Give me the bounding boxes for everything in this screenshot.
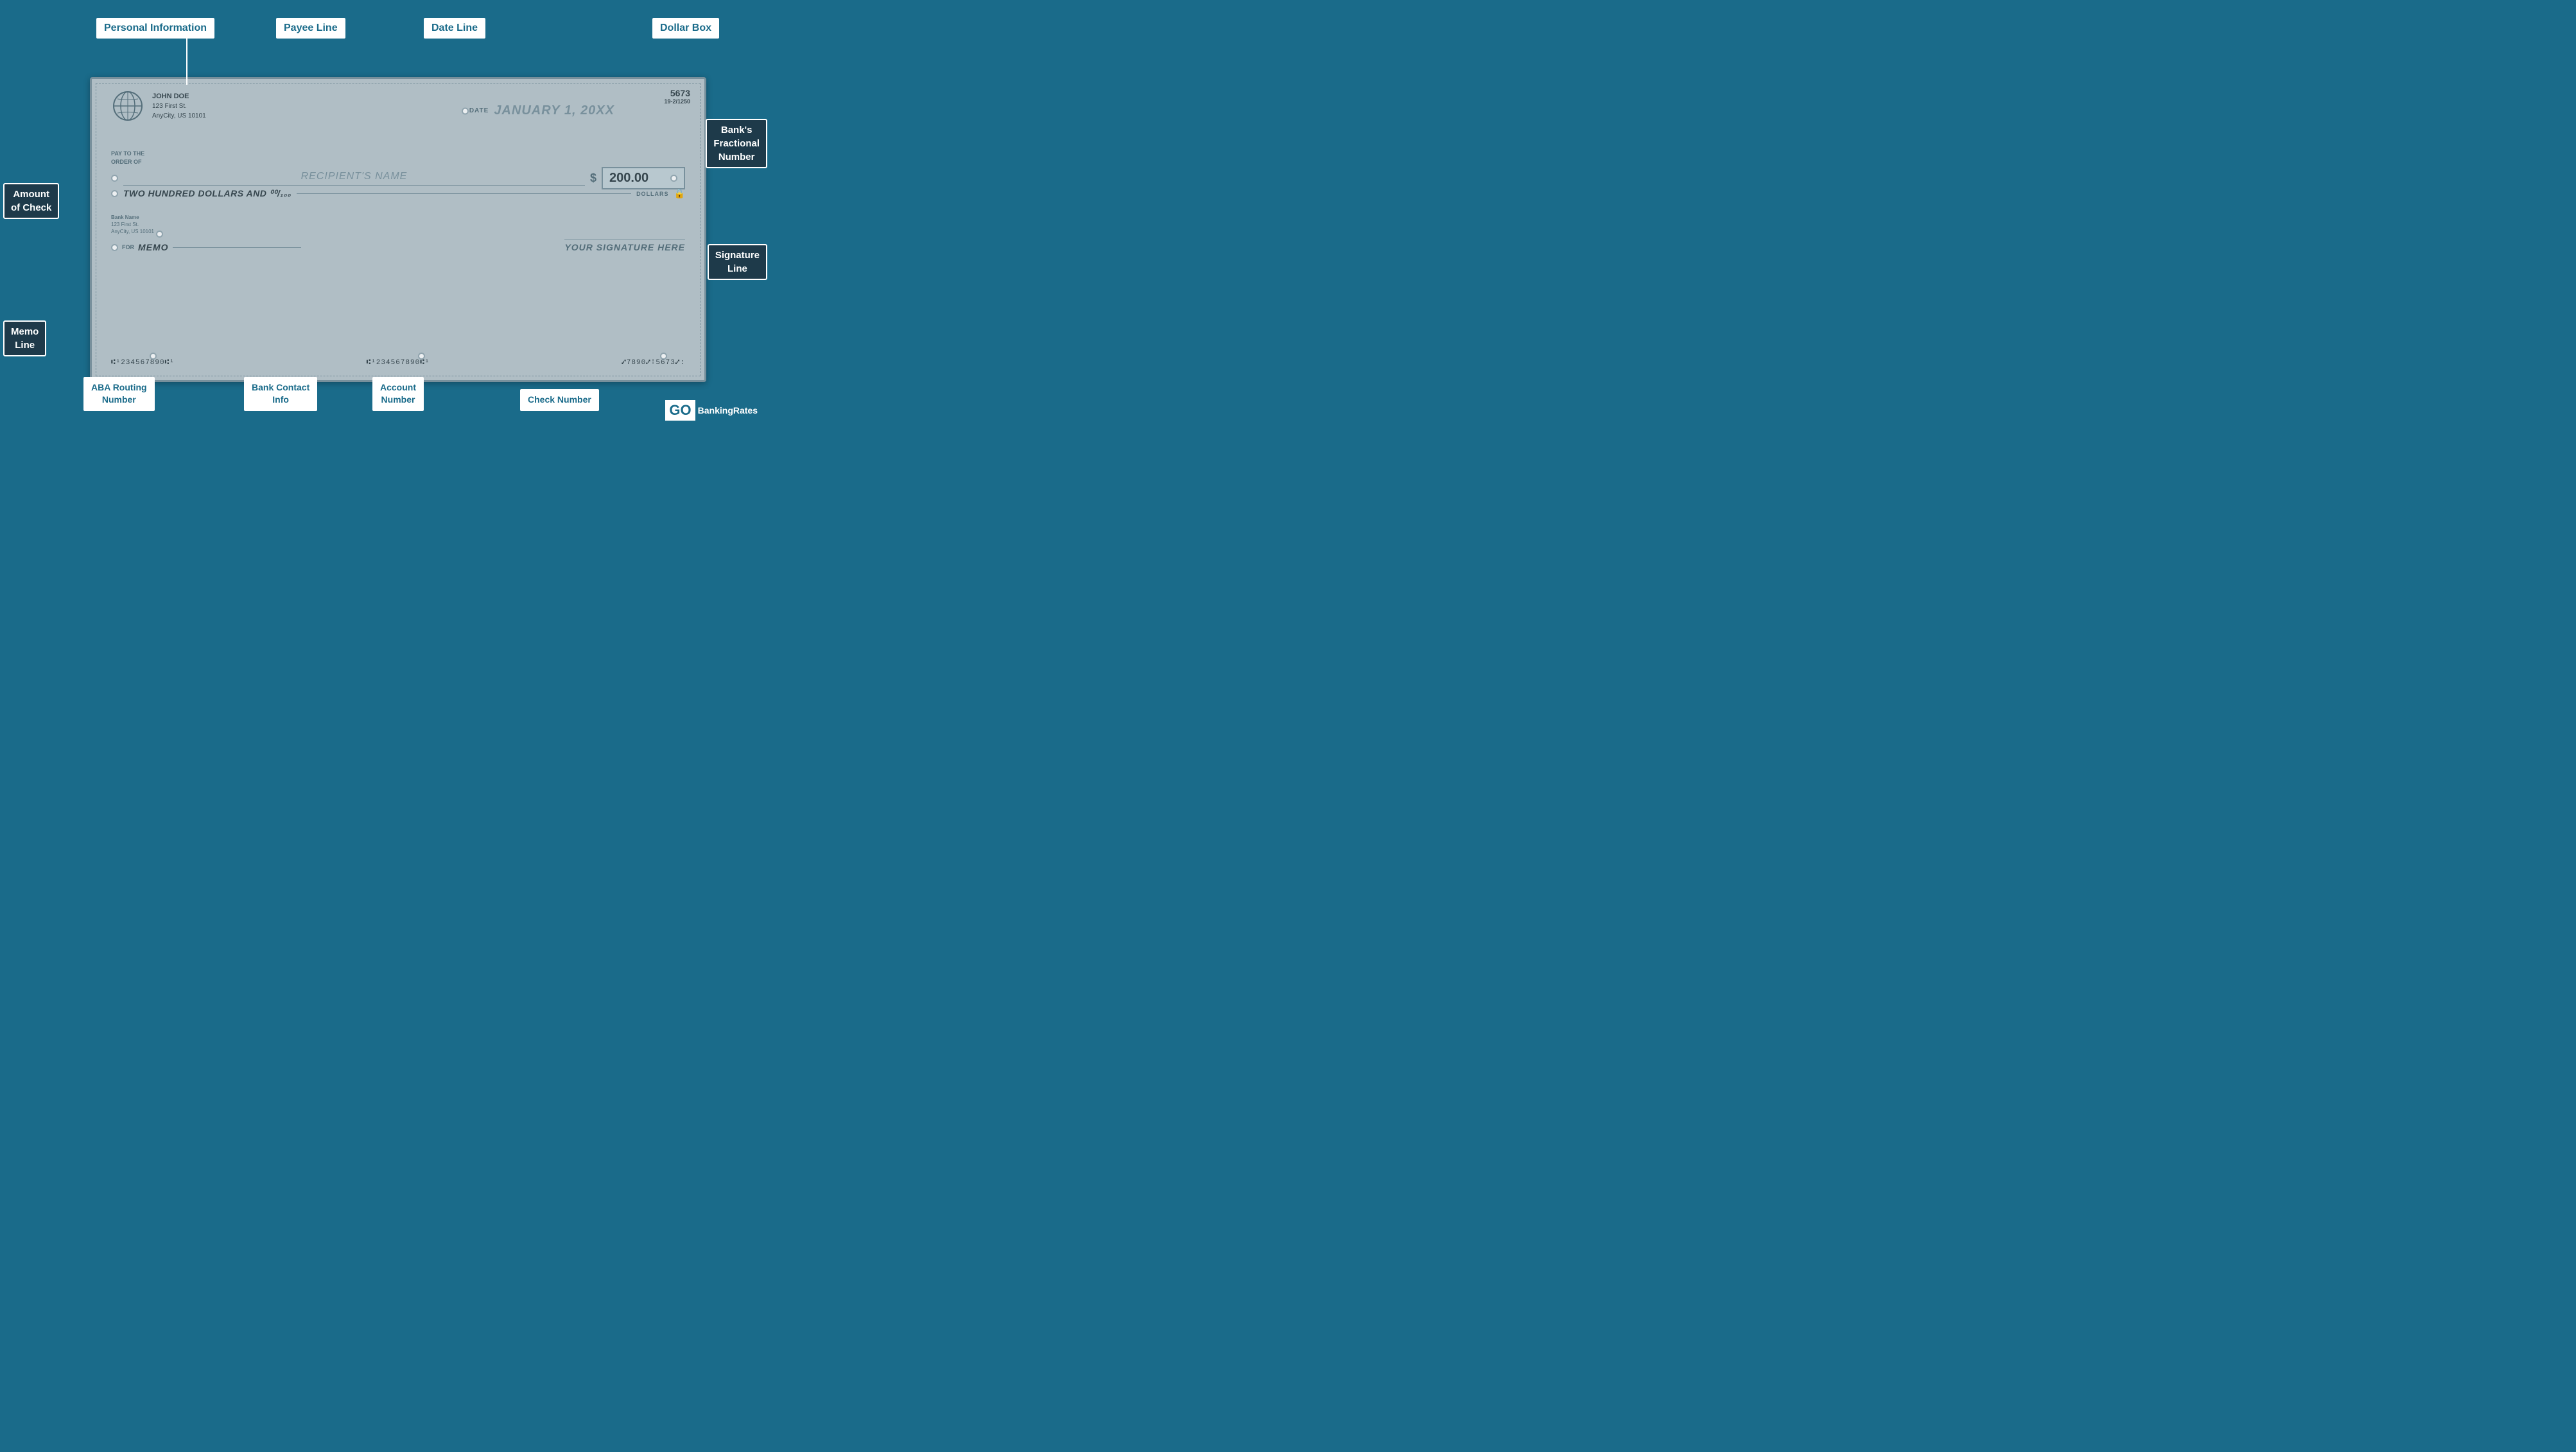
bank-info-area: Bank Name 123 First St. AnyCity, US 1010…: [111, 214, 154, 243]
micr-check: ⑇7890⑇⁞5673⑇:: [622, 359, 685, 367]
personal-information-text: Personal Information: [104, 22, 207, 33]
dollars-label: DOLLARS: [636, 191, 669, 197]
date-value: JANUARY 1, 20XX: [494, 103, 614, 118]
owner-name: JOHN DOE: [152, 91, 206, 102]
check-number-display: 5673 19-2/1250: [664, 88, 690, 105]
micr-line: ⑆¹234567890⑆¹ ⑆¹234567890⑆¹ ⑇7890⑇⁞5673⑇…: [111, 356, 685, 367]
bank-city-area: AnyCity, US 10101: [111, 228, 154, 235]
globe-icon: [111, 89, 144, 123]
amount-of-check-text: Amountof Check: [11, 188, 51, 214]
banks-fractional-label: Bank'sFractionalNumber: [706, 119, 767, 168]
amount-of-check-label: Amountof Check: [3, 183, 59, 219]
date-area: DATE JANUARY 1, 20XX: [469, 103, 614, 118]
owner-address1: 123 First St.: [152, 101, 206, 111]
recipient-name: RECIPIENT'S NAME: [123, 171, 585, 186]
personal-information-label: Personal Information: [96, 18, 214, 39]
account-number-label: AccountNumber: [372, 377, 424, 411]
signature-text: YOUR SIGNATURE HERE: [564, 240, 685, 252]
logo-go-text: GO: [665, 400, 695, 421]
dollar-box-label: Dollar Box: [652, 18, 719, 39]
personal-info-area: JOHN DOE 123 First St. AnyCity, US 10101: [111, 89, 206, 123]
written-amount-text: TWO HUNDRED DOLLARS AND ⁰⁰/₁₀₀: [123, 188, 292, 199]
written-amount-area: TWO HUNDRED DOLLARS AND ⁰⁰/₁₀₀ DOLLARS 🔒: [111, 188, 685, 199]
payto-label: PAY TO THEORDER OF: [111, 150, 685, 166]
check-wrapper: 5673 19-2/1250 JOHN DOE 123 First St. An…: [90, 77, 706, 382]
dollar-box: 200.00: [602, 167, 685, 189]
fractional-number-value: 19-2/1250: [664, 98, 690, 105]
logo-banking-rates-text: BankingRates: [698, 405, 758, 415]
account-pointer-dot: [418, 353, 425, 360]
payto-line: RECIPIENT'S NAME $ 200.00: [111, 167, 685, 189]
check-number-value: 5673: [664, 88, 690, 98]
written-amount-line: [297, 193, 631, 194]
payto-area: PAY TO THEORDER OF RECIPIENT'S NAME $ 20…: [111, 150, 685, 189]
signature-area: YOUR SIGNATURE HERE: [564, 240, 685, 252]
micr-routing-area: ⑆¹234567890⑆¹: [111, 356, 175, 367]
date-line-label: Date Line: [424, 18, 485, 39]
memo-section: FOR MEMO: [111, 242, 301, 252]
dollar-box-pointer-dot: [670, 175, 677, 182]
personal-text: JOHN DOE 123 First St. AnyCity, US 10101: [152, 91, 206, 121]
account-number-text: AccountNumber: [380, 382, 416, 405]
amount-pointer-dot: [111, 190, 118, 197]
aba-routing-label: ABA RoutingNumber: [83, 377, 155, 411]
bank-contact-pointer-dot: [156, 231, 163, 238]
dollar-sign: $: [590, 171, 596, 185]
date-line-text: Date Line: [431, 22, 478, 33]
bank-contact-label: Bank ContactInfo: [244, 377, 317, 411]
bank-address1: 123 First St.: [111, 221, 154, 228]
memo-signature-area: FOR MEMO YOUR SIGNATURE HERE: [111, 240, 685, 252]
date-label: DATE: [469, 107, 489, 114]
payee-pointer-dot: [111, 175, 118, 182]
dollar-box-text: Dollar Box: [660, 22, 711, 33]
for-label: FOR: [122, 244, 134, 250]
date-pointer-dot: [462, 107, 469, 114]
memo-line-rule: [173, 247, 301, 248]
banks-fractional-text: Bank'sFractionalNumber: [713, 123, 760, 164]
check-number-label-text: Check Number: [528, 394, 591, 405]
bank-contact-text: Bank ContactInfo: [252, 382, 309, 405]
memo-pointer-dot: [111, 244, 118, 251]
personal-info-connector: [186, 33, 187, 85]
lock-icon: 🔒: [674, 188, 685, 199]
micr-check-area: ⑇7890⑇⁞5673⑇:: [622, 356, 685, 367]
check-amount: 200.00: [609, 171, 648, 186]
go-banking-rates-logo: GO BankingRates: [665, 400, 758, 421]
signature-line-text: SignatureLine: [715, 249, 760, 276]
micr-routing: ⑆¹234567890⑆¹: [111, 359, 175, 367]
payee-line-label: Payee Line: [276, 18, 345, 39]
signature-line-label: SignatureLine: [708, 244, 767, 280]
micr-account-area: ⑆¹234567890⑆¹: [367, 356, 430, 367]
memo-line-label: MemoLine: [3, 320, 46, 356]
memo-text: MEMO: [138, 242, 169, 252]
check: 5673 19-2/1250 JOHN DOE 123 First St. An…: [90, 77, 706, 382]
aba-routing-text: ABA RoutingNumber: [91, 382, 147, 405]
check-number-label: Check Number: [520, 389, 599, 411]
payee-line-text: Payee Line: [284, 22, 338, 33]
memo-line-text: MemoLine: [11, 325, 39, 352]
aba-routing-pointer-dot: [150, 353, 157, 360]
micr-account: ⑆¹234567890⑆¹: [367, 359, 430, 367]
bank-name: Bank Name: [111, 214, 154, 221]
owner-city: AnyCity, US 10101: [152, 111, 206, 121]
